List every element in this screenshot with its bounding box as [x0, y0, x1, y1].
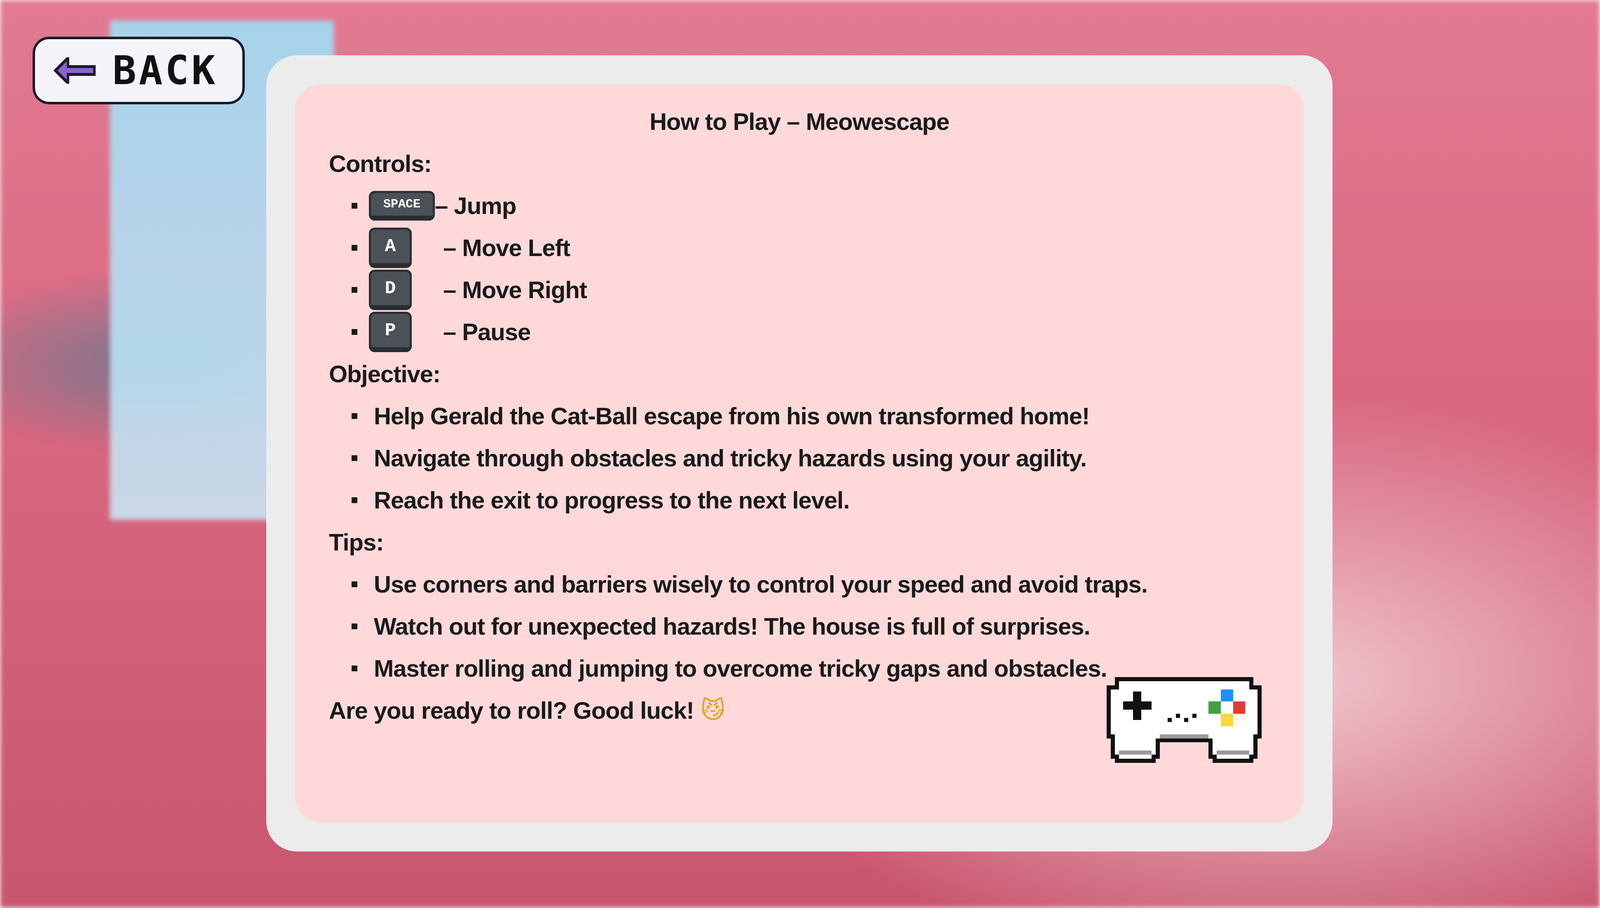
gamepad-icon	[1106, 676, 1262, 763]
bullet-icon	[351, 244, 358, 251]
bullet-icon	[351, 202, 358, 209]
bullet-icon	[351, 497, 358, 503]
bullet-text: Reach the exit to progress to the next l…	[373, 484, 850, 516]
section: Controls:SPACE– JumpA– Move LeftD– Move …	[328, 142, 1270, 353]
bullet-icon	[351, 665, 358, 671]
key-icon: P	[368, 311, 412, 352]
bullet-text: Help Gerald the Cat-Ball escape from his…	[373, 400, 1090, 432]
bullet-item: Reach the exit to progress to the next l…	[328, 478, 1270, 521]
key-icon: D	[368, 269, 412, 310]
how-to-play-screen: BACKHow to Play – MeowescapeControls:SPA…	[0, 0, 1600, 908]
instructions-panel: How to Play – MeowescapeControls:SPACE– …	[266, 55, 1333, 852]
closing-text: Are you ready to roll? Good luck!😼	[328, 689, 725, 732]
control-action: – Move Right	[443, 274, 587, 305]
bullet-icon	[351, 623, 358, 629]
closing-row: Are you ready to roll? Good luck!😼	[328, 689, 1270, 763]
bullet-text: Navigate through obstacles and tricky ha…	[373, 442, 1087, 474]
bullet-item: Help Gerald the Cat-Ball escape from his…	[328, 394, 1270, 437]
bullet-icon	[351, 581, 358, 587]
bullet-icon	[351, 412, 358, 419]
bullet-text: Master rolling and jumping to overcome t…	[373, 652, 1108, 684]
bullet-text: Watch out for unexpected hazards! The ho…	[373, 610, 1091, 642]
key-icon: A	[368, 227, 412, 268]
control-action: – Move Left	[443, 232, 571, 263]
control-action: – Pause	[443, 316, 531, 348]
cat-emoji: 😼	[700, 694, 725, 726]
title: How to Play – Meowescape	[328, 100, 1270, 143]
control-row: SPACE– Jump	[328, 184, 1270, 227]
bullet-text: Use corners and barriers wisely to contr…	[373, 568, 1148, 600]
control-row: P – Pause	[328, 310, 1270, 353]
back-arrow-icon	[53, 57, 97, 84]
bullet-icon	[351, 286, 358, 293]
control-row: A – Move Left	[328, 226, 1270, 269]
bullet-item: Watch out for unexpected hazards! The ho…	[328, 605, 1270, 648]
key-icon: SPACE	[368, 190, 435, 221]
section-heading: Tips:	[328, 520, 1270, 564]
bullet-icon	[351, 455, 358, 461]
bullet-icon	[351, 328, 358, 335]
back-label: BACK	[112, 47, 218, 94]
control-row: D – Move Right	[328, 268, 1270, 311]
bullet-item: Navigate through obstacles and tricky ha…	[328, 436, 1270, 479]
back-button[interactable]: BACK	[32, 36, 245, 105]
section: Tips: Use corners and barriers wisely to …	[328, 520, 1270, 690]
section-heading: Objective:	[328, 352, 1270, 395]
bullet-item: Use corners and barriers wisely to contr…	[328, 563, 1270, 606]
section-heading: Controls:	[328, 142, 1270, 185]
section: Objective: Help Gerald the Cat-Ball escap…	[328, 352, 1270, 521]
control-action: – Jump	[434, 190, 517, 221]
instructions-card: How to Play – MeowescapeControls:SPACE– …	[295, 84, 1304, 823]
